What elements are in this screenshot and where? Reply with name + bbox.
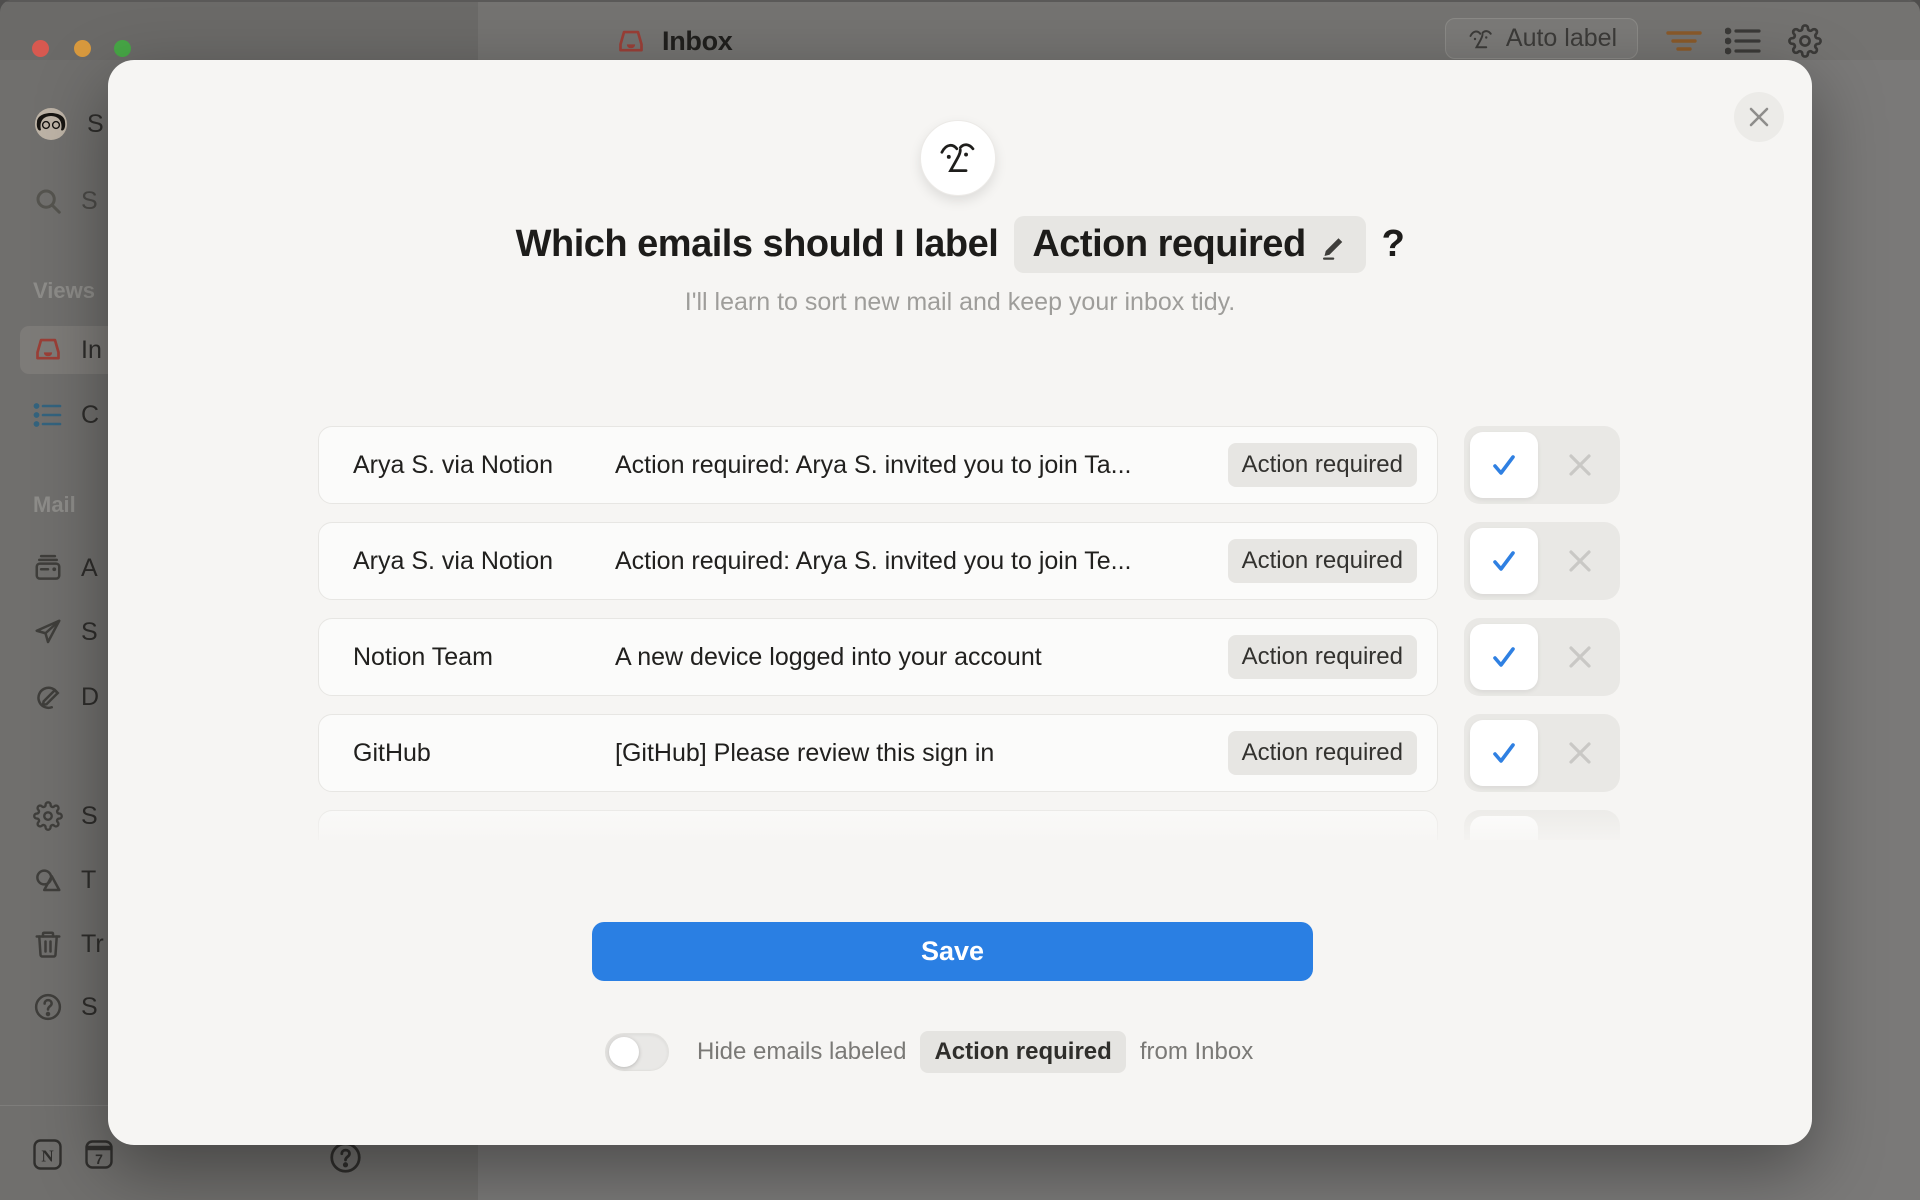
email-row: GitHub [GitHub] Please review this sign … (318, 714, 1438, 792)
email-label-badge: Action required (1228, 443, 1417, 487)
sidebar-item-label: D (81, 683, 99, 712)
notion-logo-icon[interactable]: N (33, 1139, 62, 1170)
label-vote-group (1464, 522, 1620, 600)
email-sender: Arya S. via Notion (319, 451, 615, 480)
email-label-badge: Action required (1228, 635, 1417, 679)
email-label-badge: Action required (1228, 731, 1417, 775)
minimize-window-button[interactable] (74, 40, 91, 57)
hide-text-prefix: Hide emails labeled (697, 1038, 906, 1066)
svg-text:N: N (41, 1147, 54, 1166)
inbox-header: Inbox (616, 26, 733, 57)
email-sender: GitHub (319, 739, 615, 768)
hide-labeled-row: Hide emails labeled Action required from… (605, 1029, 1253, 1075)
drafts-icon (33, 682, 63, 712)
gear-icon (33, 801, 63, 831)
save-button[interactable]: Save (592, 922, 1313, 981)
profile-name: S (87, 110, 104, 139)
reject-label-button[interactable] (1540, 426, 1620, 504)
email-subject: Action required: Arya S. invited you to … (615, 451, 1228, 480)
svg-text:7: 7 (95, 1151, 103, 1167)
send-icon (33, 617, 63, 647)
toggle-knob (609, 1037, 639, 1067)
settings-gear-icon[interactable] (1787, 24, 1823, 58)
close-window-button[interactable] (32, 40, 49, 57)
auto-label-text: Auto label (1506, 24, 1617, 53)
label-vote-group (1464, 426, 1620, 504)
accept-label-button[interactable] (1470, 528, 1538, 594)
zoom-window-button[interactable] (114, 40, 131, 57)
list-view-icon[interactable] (1725, 24, 1761, 58)
email-subject: [GitHub] Please review this sign in (615, 739, 1228, 768)
email-row: Arya S. via Notion Action required: Arya… (318, 522, 1438, 600)
inbox-icon (616, 28, 646, 56)
sidebar-item-label: In (81, 336, 102, 365)
email-subject: A new device logged into your account (615, 643, 1228, 672)
reject-label-button[interactable] (1540, 522, 1620, 600)
sidebar-item-label: Tr (81, 930, 104, 959)
email-sender: Arya S. via Notion (319, 547, 615, 576)
screen: Inbox Auto label (0, 0, 1920, 1200)
accept-label-button[interactable] (1470, 720, 1538, 786)
auto-label-wand-icon (1466, 24, 1496, 54)
email-subject: Action required: Arya S. invited you to … (615, 547, 1228, 576)
email-sender: Notion Team (319, 643, 615, 672)
reject-label-button[interactable] (1540, 714, 1620, 792)
sidebar-section-mail: Mail (33, 492, 76, 518)
auto-label-modal: Which emails should I label Action requi… (108, 60, 1812, 1145)
help-icon (33, 992, 63, 1022)
page-title: Inbox (662, 26, 733, 57)
sidebar-item-label: C (81, 401, 99, 430)
hide-toggle[interactable] (605, 1033, 669, 1071)
sidebar-item-label: S (81, 993, 98, 1022)
example-email-list: Arya S. via Notion Action required: Arya… (108, 60, 1812, 1145)
search-label: S (81, 187, 98, 216)
sidebar-item-label: A (81, 554, 98, 583)
reject-label-button[interactable] (1540, 618, 1620, 696)
email-row: Arya S. via Notion Action required: Arya… (318, 426, 1438, 504)
label-vote-group (1464, 714, 1620, 792)
inbox-icon (33, 336, 63, 364)
avatar (33, 106, 69, 142)
window-top-edge (0, 0, 1920, 2)
shapes-icon (33, 865, 63, 895)
accept-label-button[interactable] (1470, 432, 1538, 498)
filter-icon[interactable] (1666, 24, 1702, 58)
accept-label-button[interactable] (1470, 624, 1538, 690)
trash-icon (33, 929, 63, 959)
help-circle-button[interactable] (329, 1141, 362, 1174)
all-mail-icon (33, 553, 63, 583)
hide-text-suffix: from Inbox (1140, 1038, 1253, 1066)
sidebar-item-label: S (81, 802, 98, 831)
label-vote-group (1464, 618, 1620, 696)
email-label-badge: Action required (1228, 539, 1417, 583)
titlebar-sidebar-section (0, 0, 478, 60)
sidebar-item-label: S (81, 618, 98, 647)
list-bottom-fade (298, 796, 1648, 862)
search-icon (33, 186, 63, 216)
hide-label-chip: Action required (920, 1031, 1125, 1073)
bulleted-list-icon (33, 400, 63, 430)
sidebar-item-label: T (81, 866, 96, 895)
auto-label-button[interactable]: Auto label (1445, 18, 1638, 59)
email-row: Notion Team A new device logged into you… (318, 618, 1438, 696)
sidebar-section-views: Views (33, 278, 95, 304)
